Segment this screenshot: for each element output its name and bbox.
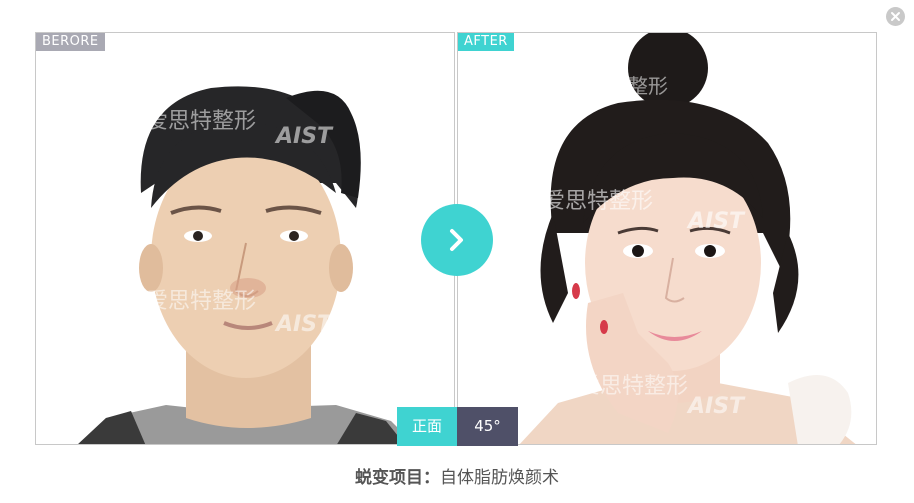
close-icon xyxy=(891,12,900,21)
after-photo: 爱思特整形 爱思特整形 AIST 爱思特整形 AIST xyxy=(519,33,856,444)
after-watermark-cn-top: 爱思特整形 xyxy=(568,74,668,98)
tab-45-degree-view[interactable]: 45° xyxy=(457,407,518,446)
before-watermark-en-top: AIST xyxy=(274,124,334,149)
tab-front-view[interactable]: 正面 xyxy=(397,407,457,446)
next-arrow-button[interactable] xyxy=(421,204,493,276)
before-photo-panel: 爱思特整形 AIST 爱思特整形 AIST BERORE xyxy=(35,32,455,445)
project-caption: 蜕变项目：自体脂肪焕颜术 xyxy=(0,463,914,488)
after-watermark-cn-mid: 爱思特整形 xyxy=(543,189,653,214)
after-tag: AFTER xyxy=(458,33,514,51)
before-watermark-en-bottom: AIST xyxy=(274,312,334,337)
caption-value: 自体脂肪焕颜术 xyxy=(440,468,559,488)
caption-label: 蜕变项目： xyxy=(355,468,440,488)
after-photo-panel: 爱思特整形 爱思特整形 AIST 爱思特整形 AIST AFTER xyxy=(457,32,877,445)
view-tabs: 正面 45° xyxy=(397,407,518,446)
close-button[interactable] xyxy=(886,7,905,26)
before-watermark-cn-top: 爱思特整形 xyxy=(146,109,256,134)
before-photo: 爱思特整形 AIST 爱思特整形 AIST xyxy=(78,86,414,444)
before-watermark-cn-bottom: 爱思特整形 xyxy=(146,289,256,314)
after-watermark-en-mid: AIST xyxy=(686,209,746,234)
chevron-right-icon xyxy=(450,229,463,251)
before-tag: BERORE xyxy=(36,33,105,51)
after-watermark-en-bottom: AIST xyxy=(686,394,746,419)
after-watermark-cn-bottom: 爱思特整形 xyxy=(578,374,688,399)
